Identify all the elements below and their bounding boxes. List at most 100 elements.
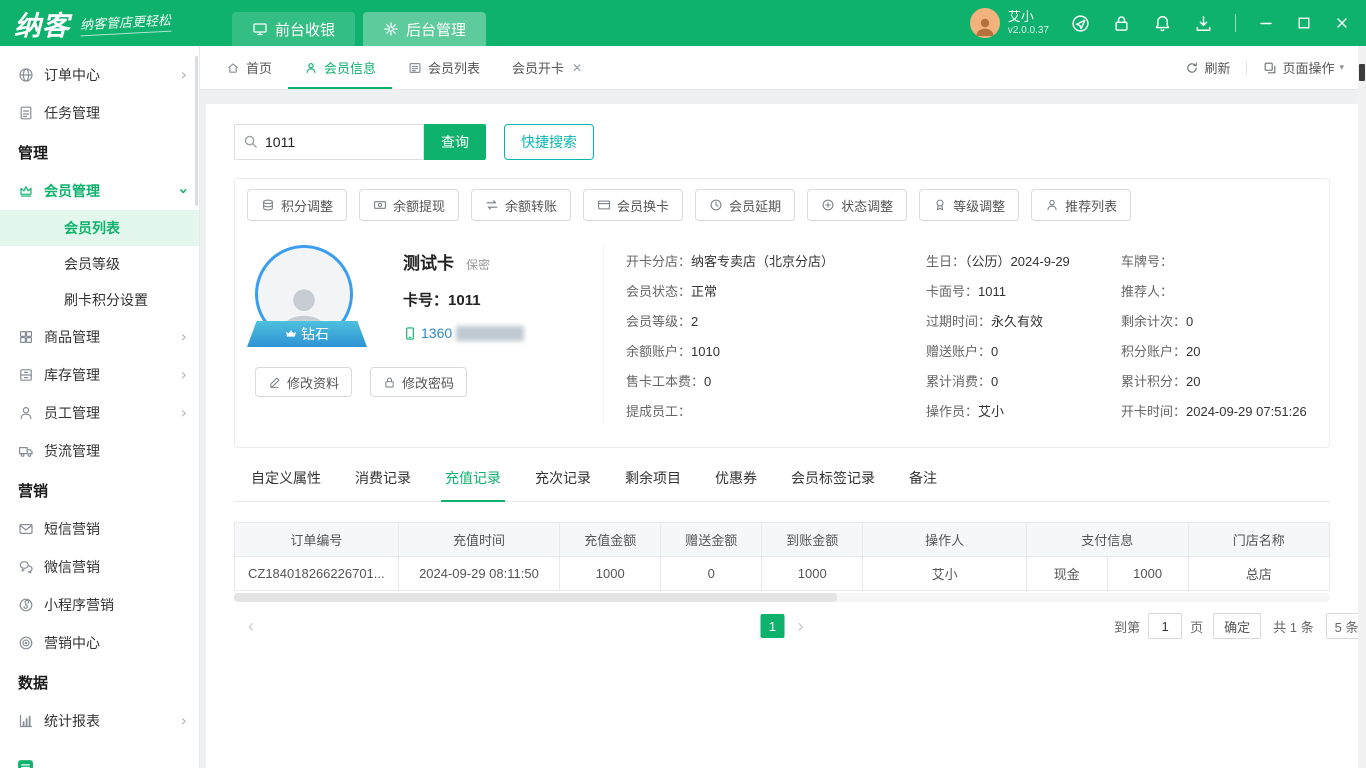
page-operations-button[interactable]: 页面操作 ▾ bbox=[1263, 58, 1344, 77]
col-operator: 操作人 bbox=[863, 523, 1027, 557]
sidebar-item-member-level[interactable]: 会员等级 bbox=[0, 246, 199, 282]
boxes-icon bbox=[18, 329, 34, 345]
member-phone-redacted bbox=[456, 326, 524, 341]
scrollbar-thumb[interactable] bbox=[1359, 64, 1365, 81]
search-icon bbox=[243, 134, 258, 149]
member-privacy-flag: 保密 bbox=[466, 256, 490, 273]
balance-withdraw-button[interactable]: 余额提现 bbox=[359, 189, 459, 221]
refresh-button[interactable]: 刷新 bbox=[1185, 58, 1230, 77]
sidebar-item-label: 会员管理 bbox=[44, 181, 100, 201]
sidebar-item-card-points-settings[interactable]: 刷卡积分设置 bbox=[0, 282, 199, 318]
sidebar-item-member-list[interactable]: 会员列表 bbox=[0, 210, 199, 246]
sidebar-item-label: 任务管理 bbox=[44, 103, 100, 123]
current-page-button[interactable]: 1 bbox=[761, 614, 785, 638]
sidebar-item-label: 短信营销 bbox=[44, 519, 100, 539]
col-order-no: 订单编号 bbox=[235, 523, 399, 557]
tab-remaining-items[interactable]: 剩余项目 bbox=[608, 468, 698, 501]
edit-profile-button[interactable]: 修改资料 bbox=[255, 367, 352, 397]
tab-remarks[interactable]: 备注 bbox=[892, 468, 954, 501]
quick-search-button[interactable]: 快捷搜索 bbox=[504, 124, 594, 160]
tab-custom-attributes[interactable]: 自定义属性 bbox=[234, 468, 338, 501]
tab-member-info[interactable]: 会员信息 bbox=[288, 46, 392, 89]
info-open-time: 开卡时间：2024-09-29 07:51:26 bbox=[1121, 401, 1317, 420]
user-profile[interactable]: 艾小 v2.0.0.37 bbox=[970, 8, 1049, 38]
globe-icon bbox=[18, 67, 34, 83]
sidebar-item-member-management[interactable]: 会员管理 › bbox=[0, 172, 199, 210]
lock-icon bbox=[383, 376, 396, 389]
member-extension-button[interactable]: 会员延期 bbox=[695, 189, 795, 221]
info-remaining-times: 剩余计次：0 bbox=[1121, 311, 1317, 330]
tab-home[interactable]: 首页 bbox=[210, 46, 288, 89]
download-icon[interactable] bbox=[1194, 14, 1213, 33]
balance-transfer-button[interactable]: 余额转账 bbox=[471, 189, 571, 221]
sidebar-item-statistics-reports[interactable]: 统计报表 › bbox=[0, 702, 199, 740]
close-button[interactable] bbox=[1334, 15, 1350, 31]
nav-tab-backend-management[interactable]: 后台管理 bbox=[363, 12, 486, 46]
sidebar-item-staff-management[interactable]: 员工管理 › bbox=[0, 394, 199, 432]
page-size-select[interactable]: 5 条 ▾ bbox=[1326, 613, 1358, 639]
member-search-input[interactable] bbox=[234, 124, 424, 160]
search-row: 查询 快捷搜索 bbox=[234, 124, 1330, 160]
tab-member-list[interactable]: 会员列表 bbox=[392, 46, 496, 89]
prev-page-button[interactable]: ‹ bbox=[248, 616, 254, 637]
sidebar-item-product-management[interactable]: 商品管理 › bbox=[0, 318, 199, 356]
member-card-exchange-button[interactable]: 会员换卡 bbox=[583, 189, 683, 221]
sidebar-item-inventory-management[interactable]: 库存管理 › bbox=[0, 356, 199, 394]
status-adjust-button[interactable]: 状态调整 bbox=[807, 189, 907, 221]
lock-screen-icon[interactable] bbox=[1112, 14, 1131, 33]
app-logo: 纳客 bbox=[14, 4, 70, 43]
minimize-button[interactable] bbox=[1258, 15, 1274, 31]
sidebar-item-miniprogram-marketing[interactable]: 小程序营销 bbox=[0, 586, 199, 624]
level-adjust-button[interactable]: 等级调整 bbox=[919, 189, 1019, 221]
sidebar-section-marketing: 营销 bbox=[0, 470, 199, 510]
member-identity: 测试卡 保密 卡号：1011 1360 bbox=[403, 245, 524, 343]
nav-tab-front-cashier[interactable]: 前台收银 bbox=[232, 12, 355, 46]
clock-icon bbox=[709, 198, 723, 212]
tab-recharge-records[interactable]: 充值记录 bbox=[428, 468, 518, 501]
notifications-bell-icon[interactable] bbox=[1153, 14, 1172, 33]
tab-close-icon[interactable]: ✕ bbox=[572, 61, 582, 75]
table-row[interactable]: CZ184018266226701... 2024-09-29 08:11:50… bbox=[235, 557, 1330, 591]
col-gift-amount: 赠送金额 bbox=[661, 523, 762, 557]
tab-consumption-records[interactable]: 消费记录 bbox=[338, 468, 428, 501]
sidebar-item-task-management[interactable]: 任务管理 bbox=[0, 94, 199, 132]
maximize-button[interactable] bbox=[1296, 15, 1312, 31]
member-avatar-block: 钻石 bbox=[247, 245, 387, 343]
points-adjust-button[interactable]: 积分调整 bbox=[247, 189, 347, 221]
tab-coupons[interactable]: 优惠券 bbox=[698, 468, 774, 501]
member-phone: 1360 bbox=[403, 325, 524, 341]
bar-chart-icon bbox=[18, 713, 34, 729]
target-icon bbox=[18, 635, 34, 651]
main-area: 查询 快捷搜索 积分调整 余额提现 余额转账 bbox=[200, 90, 1366, 768]
horizontal-scrollbar-thumb[interactable] bbox=[234, 593, 837, 602]
cell-store-name: 总店 bbox=[1188, 557, 1330, 591]
sidebar-scrollbar-thumb[interactable] bbox=[195, 56, 198, 206]
tabbar-actions: 刷新 页面操作 ▾ bbox=[1185, 58, 1356, 77]
change-password-button[interactable]: 修改密码 bbox=[370, 367, 467, 397]
sidebar-item-wechat-marketing[interactable]: 微信营销 bbox=[0, 548, 199, 586]
sidebar-item-label: 统计报表 bbox=[44, 711, 100, 731]
query-button[interactable]: 查询 bbox=[424, 124, 486, 160]
confirm-page-button[interactable]: 确定 bbox=[1213, 613, 1261, 639]
sidebar-item-label: 订单中心 bbox=[44, 65, 100, 85]
sidebar-item-logistics-management[interactable]: 货流管理 bbox=[0, 432, 199, 470]
member-card-number: 卡号：1011 bbox=[403, 289, 524, 310]
official-site-icon[interactable] bbox=[1071, 14, 1090, 33]
nav-tab-label: 前台收银 bbox=[275, 19, 335, 40]
person-icon bbox=[18, 405, 34, 421]
chat-bubbles-icon bbox=[18, 559, 34, 575]
sidebar-item-marketing-center[interactable]: 营销中心 bbox=[0, 624, 199, 662]
info-operator: 操作员：艾小 bbox=[926, 401, 1121, 420]
sidebar-item-sms-marketing[interactable]: 短信营销 bbox=[0, 510, 199, 548]
window-scrollbar[interactable] bbox=[1358, 46, 1366, 768]
cell-received-amount: 1000 bbox=[762, 557, 863, 591]
goto-page-input[interactable] bbox=[1148, 613, 1182, 639]
info-referrer: 推荐人： bbox=[1121, 281, 1317, 300]
referral-list-button[interactable]: 推荐列表 bbox=[1031, 189, 1131, 221]
tab-member-card-opening[interactable]: 会员开卡 ✕ bbox=[496, 46, 598, 89]
tab-recharge-times-records[interactable]: 充次记录 bbox=[518, 468, 608, 501]
next-page-button[interactable]: › bbox=[798, 616, 804, 637]
tab-member-tag-records[interactable]: 会员标签记录 bbox=[774, 468, 892, 501]
sidebar-item-order-center[interactable]: 订单中心 › bbox=[0, 56, 199, 94]
table-horizontal-scrollbar bbox=[234, 593, 1330, 602]
